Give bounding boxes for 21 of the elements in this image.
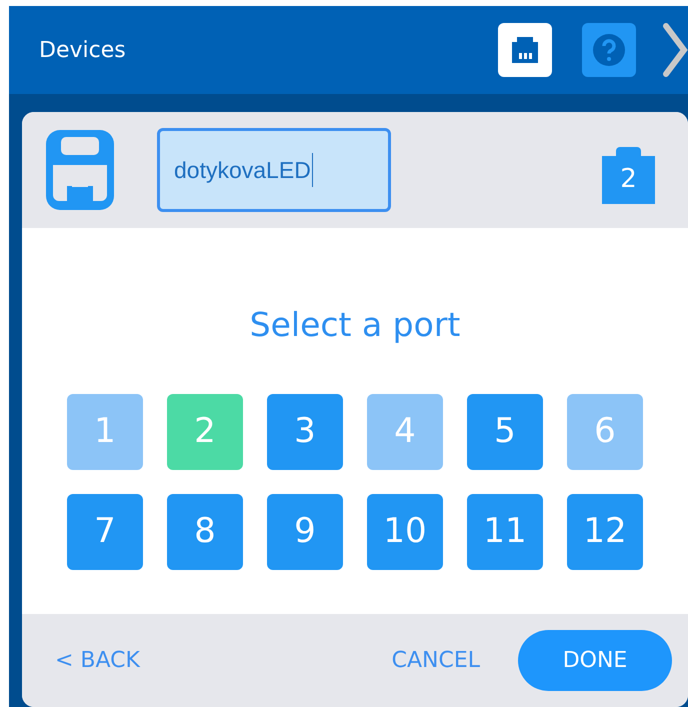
select-port-heading: Select a port xyxy=(250,304,460,346)
device-icon xyxy=(46,130,114,210)
port-button[interactable]: 9 xyxy=(267,494,343,570)
header-title: Devices xyxy=(39,36,127,64)
device-name-text: dotykovaLED xyxy=(174,152,313,188)
port-button[interactable]: 8 xyxy=(167,494,243,570)
port-button[interactable]: 2 xyxy=(167,394,243,470)
device-name-field[interactable]: dotykovaLED xyxy=(157,128,391,212)
question-icon xyxy=(592,33,626,67)
chevron-right-icon[interactable] xyxy=(662,22,688,78)
port-button[interactable]: 12 xyxy=(567,494,643,570)
port-button[interactable]: 11 xyxy=(467,494,543,570)
cancel-button[interactable]: CANCEL xyxy=(392,644,480,677)
done-button[interactable]: DONE xyxy=(518,630,672,691)
help-button[interactable] xyxy=(582,23,636,77)
port-button[interactable]: 10 xyxy=(367,494,443,570)
port-button[interactable]: 3 xyxy=(267,394,343,470)
back-button[interactable]: < BACK xyxy=(55,644,140,677)
port-button[interactable]: 5 xyxy=(467,394,543,470)
port-button[interactable]: 7 xyxy=(67,494,143,570)
port-view-button[interactable] xyxy=(498,23,552,77)
